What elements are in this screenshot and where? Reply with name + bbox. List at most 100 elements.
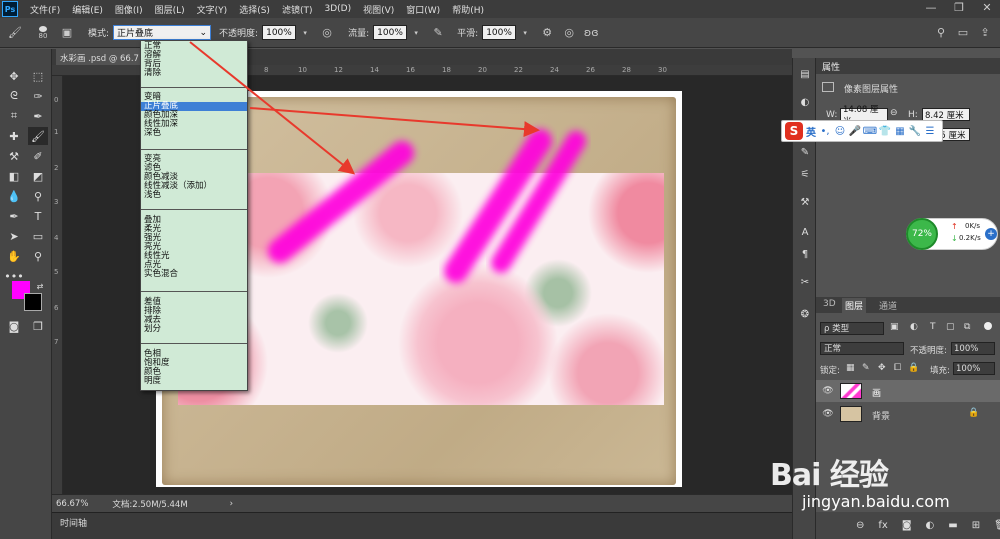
microphone-icon[interactable]: 🎤 bbox=[849, 125, 861, 137]
adjustment-layer-icon[interactable]: ◐ bbox=[926, 520, 935, 531]
pressure-size-icon[interactable]: ◎ bbox=[562, 26, 576, 40]
layer-blend-select[interactable]: 正常 bbox=[820, 342, 904, 355]
blur-tool-icon[interactable]: 💧 bbox=[4, 187, 24, 205]
add-mask-icon[interactable]: ◙ bbox=[902, 520, 912, 531]
history-icon[interactable]: ▤ bbox=[797, 66, 813, 82]
filter-toggle-icon[interactable] bbox=[984, 322, 992, 330]
new-layer-icon[interactable]: ⊞ bbox=[972, 520, 980, 531]
opacity-dropdown-icon[interactable]: ▾ bbox=[298, 26, 312, 40]
ime-language[interactable]: 英 bbox=[806, 124, 816, 139]
blend-option[interactable]: 划分 bbox=[141, 325, 247, 334]
hand-tool-icon[interactable]: ✋ bbox=[4, 247, 24, 265]
memory-usage-circle[interactable]: 72% bbox=[906, 218, 938, 250]
symmetry-icon[interactable]: ʚɞ bbox=[584, 26, 599, 40]
gear-icon[interactable]: ⚙ bbox=[540, 26, 554, 40]
minimize-button[interactable]: — bbox=[924, 1, 938, 14]
layer-name[interactable]: 画 bbox=[872, 386, 881, 399]
tab-channels[interactable]: 通道 bbox=[876, 298, 900, 313]
blend-option[interactable]: 清除 bbox=[141, 69, 247, 78]
ime-menu-icon[interactable]: ☰ bbox=[924, 125, 936, 137]
tab-layers[interactable]: 图层 bbox=[842, 298, 867, 313]
zoom-level[interactable]: 66.67% bbox=[56, 499, 88, 509]
tab-3d[interactable]: 3D bbox=[820, 298, 839, 310]
new-group-icon[interactable]: ▬ bbox=[948, 520, 957, 531]
brush-panel-toggle-icon[interactable]: ▣ bbox=[60, 26, 74, 40]
lock-artboard-icon[interactable]: ⧠ bbox=[894, 363, 901, 373]
brush-tool-icon[interactable]: 🖌 bbox=[8, 26, 22, 40]
airbrush-icon[interactable]: ✎ bbox=[431, 26, 445, 40]
paragraph-icon[interactable]: ¶ bbox=[797, 246, 813, 262]
punctuation-icon[interactable]: •, bbox=[819, 125, 831, 137]
fx-icon[interactable]: fx bbox=[878, 520, 887, 531]
plus-icon[interactable]: + bbox=[985, 228, 997, 240]
lock-position-icon[interactable]: ✥ bbox=[878, 363, 886, 373]
timeline-tab[interactable]: 时间轴 bbox=[60, 516, 87, 529]
crop-tool-icon[interactable]: ⌗ bbox=[4, 107, 24, 125]
filter-shape-icon[interactable]: ▢ bbox=[946, 322, 955, 332]
zoom-tool-icon[interactable]: ⚲ bbox=[28, 247, 48, 265]
lock-image-icon[interactable]: ✎ bbox=[862, 363, 870, 373]
workspace-icon[interactable]: ▭ bbox=[956, 26, 970, 40]
menu-file[interactable]: 文件(F) bbox=[30, 3, 60, 16]
mode-select[interactable]: 正片叠底 ⌄ bbox=[113, 25, 212, 40]
menu-3d[interactable]: 3D(D) bbox=[324, 4, 351, 14]
blend-option[interactable]: 深色 bbox=[141, 129, 247, 138]
marquee-tool-icon[interactable]: ⬚ bbox=[28, 67, 48, 85]
maximize-button[interactable]: ❐ bbox=[952, 1, 966, 14]
adjustments-icon[interactable]: ◐ bbox=[797, 94, 813, 110]
dodge-tool-icon[interactable]: ⚲ bbox=[28, 187, 48, 205]
settings-wrench-icon[interactable]: 🔧 bbox=[909, 125, 921, 137]
character-icon[interactable]: A bbox=[797, 224, 813, 240]
search-icon[interactable]: ⚲ bbox=[934, 26, 948, 40]
move-tool-icon[interactable]: ✥ bbox=[4, 67, 24, 85]
sogou-logo[interactable]: S bbox=[785, 122, 803, 140]
lasso-tool-icon[interactable]: ᘓ bbox=[4, 87, 24, 105]
filter-type-icon[interactable]: T bbox=[930, 322, 936, 332]
status-menu-arrow-icon[interactable]: › bbox=[230, 499, 233, 509]
properties-title[interactable]: 属性 bbox=[822, 60, 840, 73]
grid-icon[interactable]: ▦ bbox=[894, 125, 906, 137]
tools-preset-icon[interactable]: ✂ bbox=[797, 274, 813, 290]
fill-input[interactable]: 100% bbox=[953, 362, 995, 375]
healing-tool-icon[interactable]: ✚ bbox=[4, 127, 24, 145]
menu-filter[interactable]: 滤镜(T) bbox=[282, 3, 313, 16]
menu-window[interactable]: 窗口(W) bbox=[406, 3, 440, 16]
layer-name[interactable]: 背景 bbox=[872, 409, 890, 422]
menu-image[interactable]: 图像(I) bbox=[115, 3, 143, 16]
blend-option[interactable]: 浅色 bbox=[141, 191, 247, 200]
quick-select-tool-icon[interactable]: ✑ bbox=[28, 87, 48, 105]
shape-tool-icon[interactable]: ▭ bbox=[28, 227, 48, 245]
layer-opacity-input[interactable]: 100% bbox=[951, 342, 995, 355]
keyboard-icon[interactable]: ⌨ bbox=[863, 125, 877, 137]
menu-view[interactable]: 视图(V) bbox=[363, 3, 394, 16]
filter-smart-icon[interactable]: ⧉ bbox=[964, 322, 970, 332]
gradient-tool-icon[interactable]: ◩ bbox=[28, 167, 48, 185]
close-button[interactable]: ✕ bbox=[980, 1, 994, 14]
layer-row[interactable]: 👁 画 bbox=[816, 380, 1000, 402]
path-select-tool-icon[interactable]: ➤ bbox=[4, 227, 24, 245]
menu-type[interactable]: 文字(Y) bbox=[197, 3, 228, 16]
eye-icon[interactable]: 👁 bbox=[822, 408, 834, 420]
eyedropper-tool-icon[interactable]: ✒ bbox=[28, 107, 48, 125]
eraser-tool-icon[interactable]: ◧ bbox=[4, 167, 24, 185]
link-layers-icon[interactable]: ⊖ bbox=[856, 520, 864, 531]
lock-transparent-icon[interactable]: ▦ bbox=[846, 363, 855, 373]
blend-mode-dropdown[interactable]: 正常 溶解 背后 清除 变暗 正片叠底 颜色加深 线性加深 深色 变亮 滤色 颜… bbox=[140, 40, 248, 391]
layer-row[interactable]: 👁 背景 🔒 bbox=[816, 403, 1000, 425]
blend-option[interactable]: 实色混合 bbox=[141, 270, 247, 279]
quick-mask-icon[interactable]: ◙ bbox=[4, 317, 24, 335]
layer-filter-select[interactable]: ρ 类型 bbox=[820, 322, 884, 335]
brush-preset-picker[interactable]: 80 bbox=[34, 25, 52, 40]
libraries-icon[interactable]: ❂ bbox=[797, 306, 813, 322]
background-color-swatch[interactable] bbox=[24, 293, 42, 311]
lock-all-icon[interactable]: 🔒 bbox=[908, 363, 919, 373]
menu-edit[interactable]: 编辑(E) bbox=[72, 3, 103, 16]
screen-mode-icon[interactable]: ❐ bbox=[28, 317, 48, 335]
type-tool-icon[interactable]: T bbox=[28, 207, 48, 225]
brush-tool-icon[interactable]: 🖌 bbox=[28, 127, 48, 145]
clone-source-icon[interactable]: ⚒ bbox=[797, 194, 813, 210]
blend-option[interactable]: 明度 bbox=[141, 377, 247, 386]
clone-stamp-tool-icon[interactable]: ⚒ bbox=[4, 147, 24, 165]
filter-adjust-icon[interactable]: ◐ bbox=[910, 322, 918, 332]
flow-input[interactable]: 100% bbox=[373, 25, 408, 40]
